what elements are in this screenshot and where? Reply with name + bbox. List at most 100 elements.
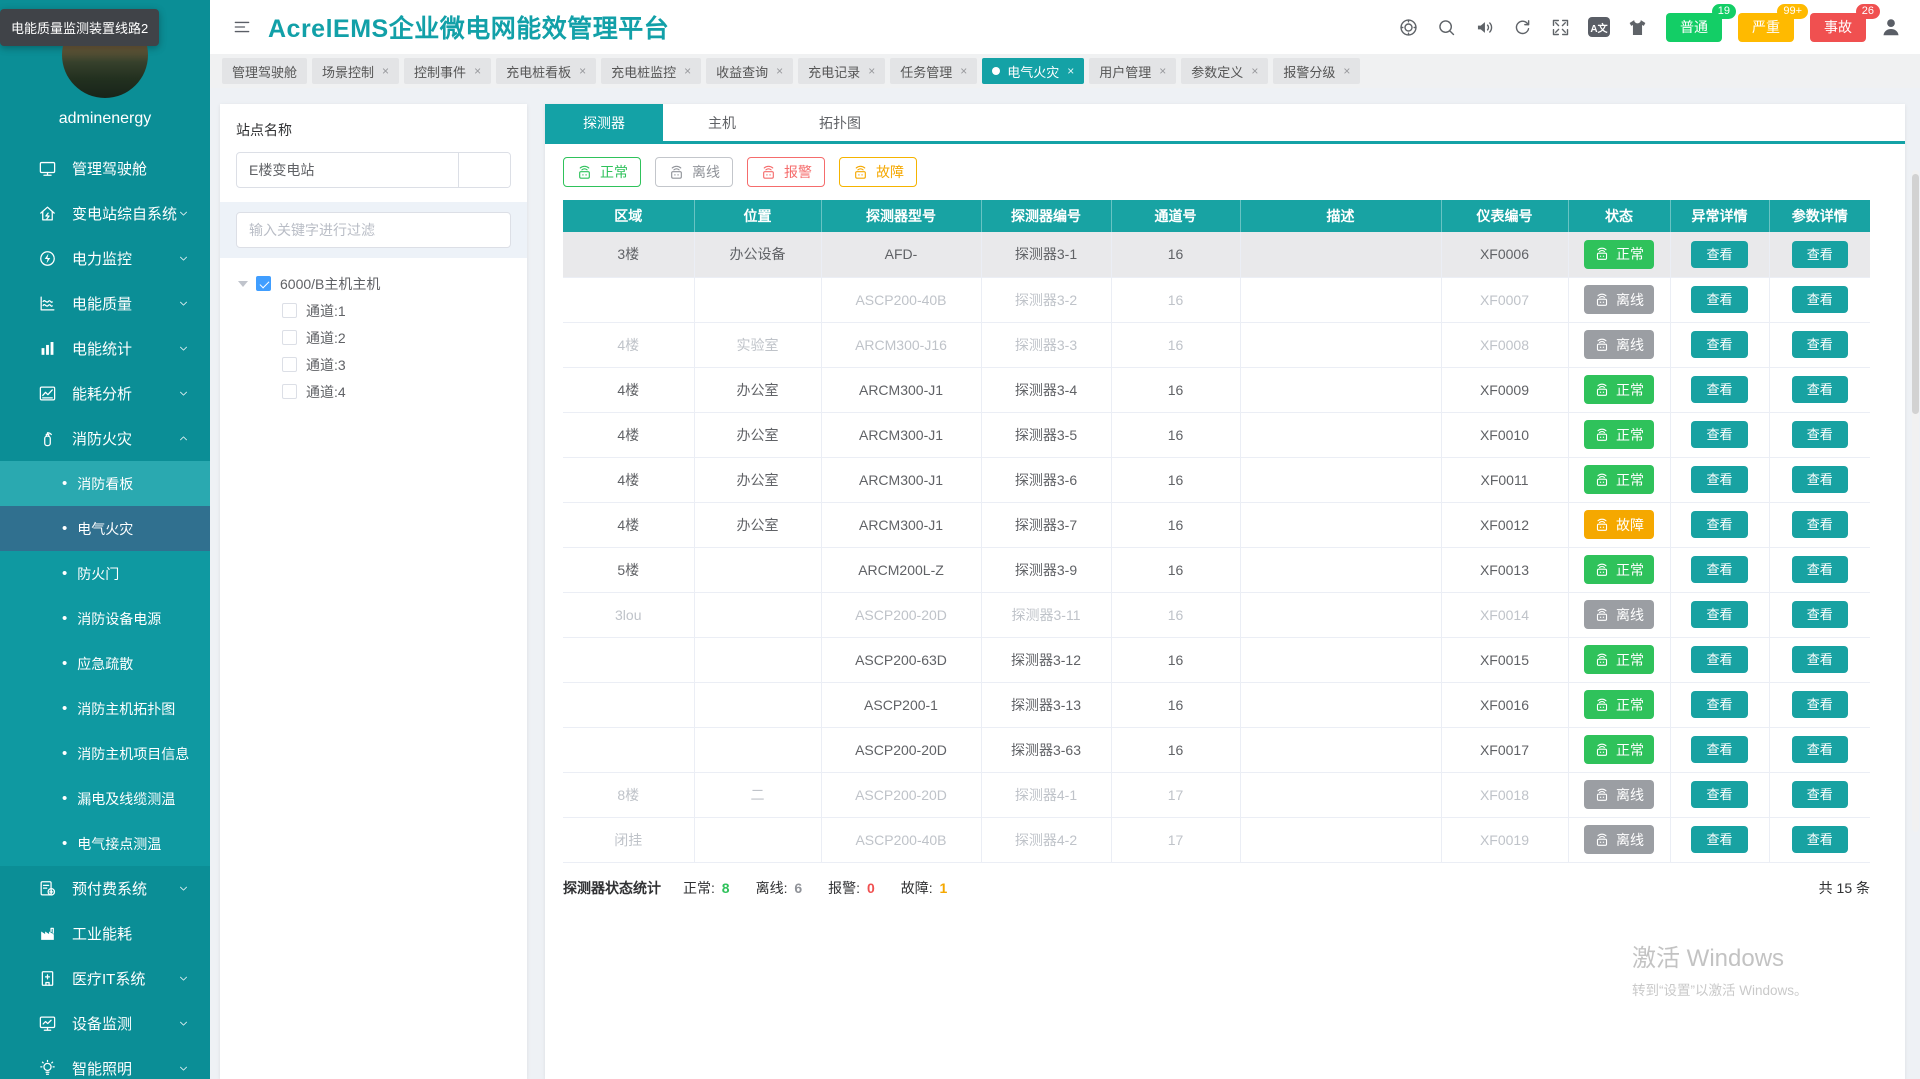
view-button[interactable]: 查看 (1691, 736, 1748, 763)
table-row[interactable]: ASCP200-1 探测器3-13 16 XF0016 正常 查看 查看 (563, 682, 1870, 728)
close-icon[interactable]: × (1159, 64, 1166, 78)
close-icon[interactable]: × (960, 64, 967, 78)
table-row[interactable]: ASCP200-40B 探测器3-2 16 XF0007 离线 查看 查看 (563, 277, 1870, 323)
close-icon[interactable]: × (1251, 64, 1258, 78)
close-icon[interactable]: × (579, 64, 586, 78)
scrollbar-thumb[interactable] (1912, 174, 1919, 414)
filter-button-fault[interactable]: 故障 (839, 157, 917, 187)
table-row[interactable]: 4楼 办公室 ARCM300-J1 探测器3-7 16 XF0012 故障 查看 查看 (563, 502, 1870, 548)
view-button[interactable]: 查看 (1791, 826, 1848, 853)
translate-icon[interactable]: A文 (1588, 17, 1610, 37)
tree-filter-input[interactable] (236, 212, 511, 248)
view-button[interactable]: 查看 (1691, 556, 1748, 583)
table-scrollbar[interactable] (1912, 170, 1919, 832)
table-row[interactable]: 5楼 ARCM200L-Z 探测器3-9 16 XF0013 正常 查看 查看 (563, 547, 1870, 593)
table-row[interactable]: 4楼 办公室 ARCM300-J1 探测器3-5 16 XF0010 正常 查看 查看 (563, 412, 1870, 458)
table-row[interactable]: ASCP200-20D 探测器3-63 16 XF0017 正常 查看 查看 (563, 727, 1870, 773)
view-button[interactable]: 查看 (1791, 421, 1848, 448)
sidebar-item[interactable]: 医疗IT系统 (0, 956, 210, 1001)
close-icon[interactable]: × (868, 64, 875, 78)
close-icon[interactable]: × (382, 64, 389, 78)
sidebar-item[interactable]: 电能统计 (0, 326, 210, 371)
close-icon[interactable]: × (474, 64, 481, 78)
view-button[interactable]: 查看 (1691, 646, 1748, 673)
fullscreen-icon[interactable] (1550, 17, 1571, 38)
sidebar-item[interactable]: 智能照明 (0, 1046, 210, 1079)
view-button[interactable]: 查看 (1691, 286, 1748, 313)
tab-拓扑图[interactable]: 拓扑图 (781, 104, 899, 141)
table-row[interactable]: 闭挂 ASCP200-40B 探测器4-2 17 XF0019 离线 查看 查看 (563, 817, 1870, 863)
table-row[interactable]: 3楼 办公设备 AFD- 探测器3-1 16 XF0006 正常 查看 查看 (563, 232, 1870, 278)
sidebar-subitem[interactable]: • 漏电及线缆测温 (0, 776, 210, 821)
caret-down-icon[interactable] (238, 280, 248, 287)
tab-chip[interactable]: 充电记录 × (798, 58, 886, 84)
view-button[interactable]: 查看 (1791, 376, 1848, 403)
sidebar-item[interactable]: 变电站综自系统 (0, 191, 210, 236)
sidebar-item[interactable]: 预付费系统 (0, 866, 210, 911)
sidebar-subitem[interactable]: • 电气接点测温 (0, 821, 210, 866)
hamburger-icon[interactable] (232, 17, 252, 37)
view-button[interactable]: 查看 (1791, 556, 1848, 583)
table-row[interactable]: ASCP200-63D 探测器3-12 16 XF0015 正常 查看 查看 (563, 637, 1870, 683)
view-button[interactable]: 查看 (1791, 511, 1848, 538)
tab-chip[interactable]: 充电桩看板 × (496, 58, 597, 84)
view-button[interactable]: 查看 (1691, 691, 1748, 718)
close-icon[interactable]: × (1343, 64, 1350, 78)
tab-chip[interactable]: 充电桩监控 × (601, 58, 702, 84)
filter-button-normal[interactable]: 正常 (563, 157, 641, 187)
sidebar-item[interactable]: 设备监测 (0, 1001, 210, 1046)
sidebar-subitem[interactable]: • 防火门 (0, 551, 210, 596)
root-checkbox[interactable] (256, 276, 271, 291)
tab-chip[interactable]: 用户管理 × (1089, 58, 1177, 84)
tab-chip[interactable]: 报警分级 × (1273, 58, 1361, 84)
table-row[interactable]: 4楼 办公室 ARCM300-J1 探测器3-4 16 XF0009 正常 查看 查看 (563, 367, 1870, 413)
view-button[interactable]: 查看 (1791, 601, 1848, 628)
view-button[interactable]: 查看 (1691, 421, 1748, 448)
site-search-button[interactable] (458, 153, 510, 187)
view-button[interactable]: 查看 (1791, 691, 1848, 718)
sidebar-item[interactable]: 电力监控 (0, 236, 210, 281)
site-search-input[interactable] (237, 153, 458, 187)
sidebar-subitem[interactable]: • 消防主机拓扑图 (0, 686, 210, 731)
view-button[interactable]: 查看 (1791, 646, 1848, 673)
view-button[interactable]: 查看 (1691, 331, 1748, 358)
aim-icon[interactable] (1398, 17, 1419, 38)
sidebar-subitem[interactable]: • 消防主机项目信息 (0, 731, 210, 776)
view-button[interactable]: 查看 (1691, 511, 1748, 538)
view-button[interactable]: 查看 (1691, 240, 1748, 268)
sound-icon[interactable] (1474, 17, 1495, 38)
sidebar-item[interactable]: 管理驾驶舱 (0, 146, 210, 191)
view-button[interactable]: 查看 (1791, 240, 1848, 268)
close-icon[interactable]: × (776, 64, 783, 78)
view-button[interactable]: 查看 (1791, 331, 1848, 358)
tree-node-root[interactable]: 6000/B主机主机 (236, 270, 511, 297)
tab-探测器[interactable]: 探测器 (545, 104, 663, 141)
theme-icon[interactable] (1627, 17, 1648, 38)
view-button[interactable]: 查看 (1691, 781, 1748, 808)
sidebar-subitem[interactable]: • 电气火灾 (0, 506, 210, 551)
close-icon[interactable]: × (684, 64, 691, 78)
tree-node-child[interactable]: 通道:4 (236, 378, 511, 405)
tab-chip[interactable]: 电气火灾 × (982, 58, 1085, 84)
tab-主机[interactable]: 主机 (663, 104, 781, 141)
view-button[interactable]: 查看 (1791, 781, 1848, 808)
view-button[interactable]: 查看 (1691, 376, 1748, 403)
child-checkbox[interactable] (282, 330, 297, 345)
tab-chip[interactable]: 参数定义 × (1181, 58, 1269, 84)
sidebar-subitem[interactable]: • 消防设备电源 (0, 596, 210, 641)
child-checkbox[interactable] (282, 303, 297, 318)
refresh-icon[interactable] (1512, 17, 1533, 38)
filter-button-alarm[interactable]: 报警 (747, 157, 825, 187)
table-row[interactable]: 8楼二 ASCP200-20D 探测器4-1 17 XF0018 离线 查看 查看 (563, 772, 1870, 818)
sidebar-subitem[interactable]: • 应急疏散 (0, 641, 210, 686)
view-button[interactable]: 查看 (1691, 466, 1748, 493)
view-button[interactable]: 查看 (1691, 826, 1748, 853)
sidebar-item[interactable]: 能耗分析 (0, 371, 210, 416)
tab-chip[interactable]: 控制事件 × (404, 58, 492, 84)
sidebar-item[interactable]: 电能质量 (0, 281, 210, 326)
tab-chip[interactable]: 收益查询 × (706, 58, 794, 84)
tree-node-child[interactable]: 通道:2 (236, 324, 511, 351)
view-button[interactable]: 查看 (1791, 286, 1848, 313)
close-icon[interactable]: × (1067, 64, 1074, 78)
alarm-button-normal[interactable]: 普通 19 (1666, 3, 1736, 42)
